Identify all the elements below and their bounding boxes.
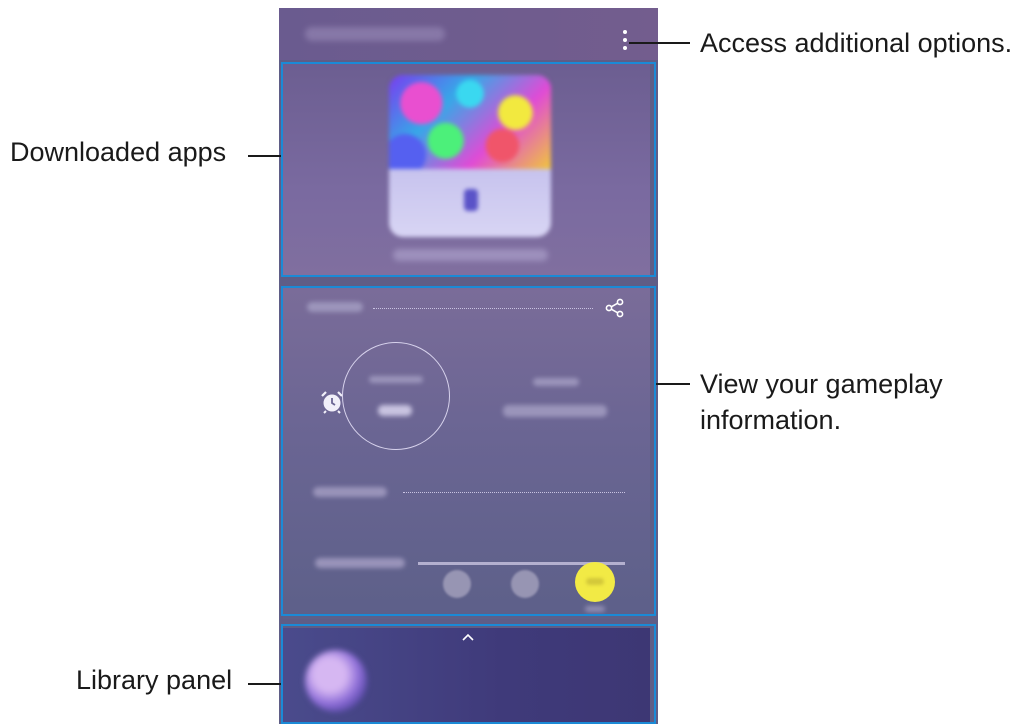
highlight-gameplay-info [281,286,656,616]
callout-gameplay-line1: View your gameplay [700,369,943,399]
callout-line-options [629,42,690,44]
app-bar [279,8,658,60]
callout-line-downloads [248,155,281,157]
app-title [305,27,445,41]
callout-gameplay-line2: information. [700,405,842,435]
highlight-downloaded-apps [281,62,656,277]
callout-downloads: Downloaded apps [10,137,227,167]
callout-line-gameplay [656,383,690,385]
callout-line-library [248,683,281,685]
highlight-library-panel [281,624,656,724]
callout-library: Library panel [76,665,233,695]
callout-options: Access additional options. [700,28,1013,58]
more-options-icon[interactable] [618,30,632,52]
